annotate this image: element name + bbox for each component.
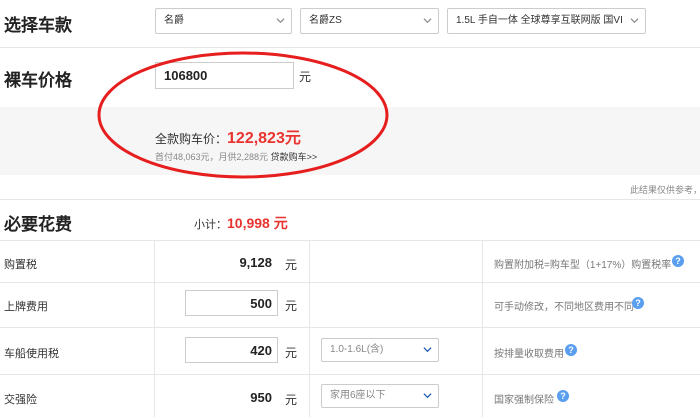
fee-note: 按排量收取费用 (494, 349, 564, 360)
table-row-label: 上牌费用 (4, 301, 48, 313)
brand-select-value: 名爵 (164, 15, 184, 26)
table-row-label: 交强险 (4, 394, 37, 406)
table-border (482, 240, 483, 417)
series-select-value: 名爵ZS (309, 15, 342, 26)
help-icon[interactable]: ? (632, 297, 644, 309)
vehicle-tax-input[interactable] (185, 337, 278, 363)
table-border (0, 327, 700, 328)
help-icon[interactable]: ? (565, 344, 577, 356)
unit-label: 元 (285, 346, 298, 360)
table-border (309, 240, 310, 417)
fee-note: 国家强制保险 (494, 395, 554, 406)
table-border (154, 240, 155, 417)
unit-label: 元 (285, 393, 298, 407)
displacement-select[interactable]: 1.0-1.6L(含) (321, 338, 439, 362)
highlight-oval (97, 51, 389, 179)
table-row-label: 车船使用税 (4, 348, 59, 360)
divider (0, 199, 700, 200)
model-select[interactable]: 1.5L 手自一体 全球尊享互联网版 国VI (447, 8, 646, 34)
table-border (0, 282, 700, 283)
chevron-down-icon (630, 16, 639, 24)
subtotal-label: 小计： (194, 219, 227, 231)
disclaimer-text: 此结果仅供参考， (630, 185, 700, 195)
plate-fee-input[interactable] (185, 290, 278, 316)
table-border (0, 374, 700, 375)
bare-price-label: 裸车价格 (4, 71, 72, 90)
chevron-down-icon (276, 16, 285, 24)
unit-label: 元 (285, 299, 298, 313)
table-row-label: 购置税 (4, 259, 37, 271)
brand-select[interactable]: 名爵 (155, 8, 292, 34)
help-icon[interactable]: ? (557, 390, 569, 402)
unit-label: 元 (285, 258, 298, 272)
seat-type-select-value: 家用6座以下 (330, 390, 386, 401)
chevron-down-icon (423, 345, 432, 353)
subtotal: 小计：10,998 元 (194, 213, 288, 233)
series-select[interactable]: 名爵ZS (300, 8, 439, 34)
fee-note: 购置附加税=购车型（1+17%）购置税率 (494, 260, 672, 271)
help-icon[interactable]: ? (672, 255, 684, 267)
seat-type-select[interactable]: 家用6座以下 (321, 384, 439, 408)
required-fees-label: 必要花费 (4, 215, 72, 234)
purchase-tax-value: 9,128 (239, 255, 272, 270)
displacement-select-value: 1.0-1.6L(含) (330, 344, 384, 355)
compulsory-insurance-value: 950 (250, 390, 272, 405)
fee-note: 可手动修改，不同地区费用不同 (494, 302, 634, 313)
model-select-value: 1.5L 手自一体 全球尊享互联网版 国VI (456, 15, 623, 26)
subtotal-value: 10,998 元 (227, 215, 288, 231)
table-border (0, 240, 700, 241)
chevron-down-icon (423, 391, 432, 399)
chevron-down-icon (423, 16, 432, 24)
select-car-label: 选择车款 (4, 16, 72, 35)
